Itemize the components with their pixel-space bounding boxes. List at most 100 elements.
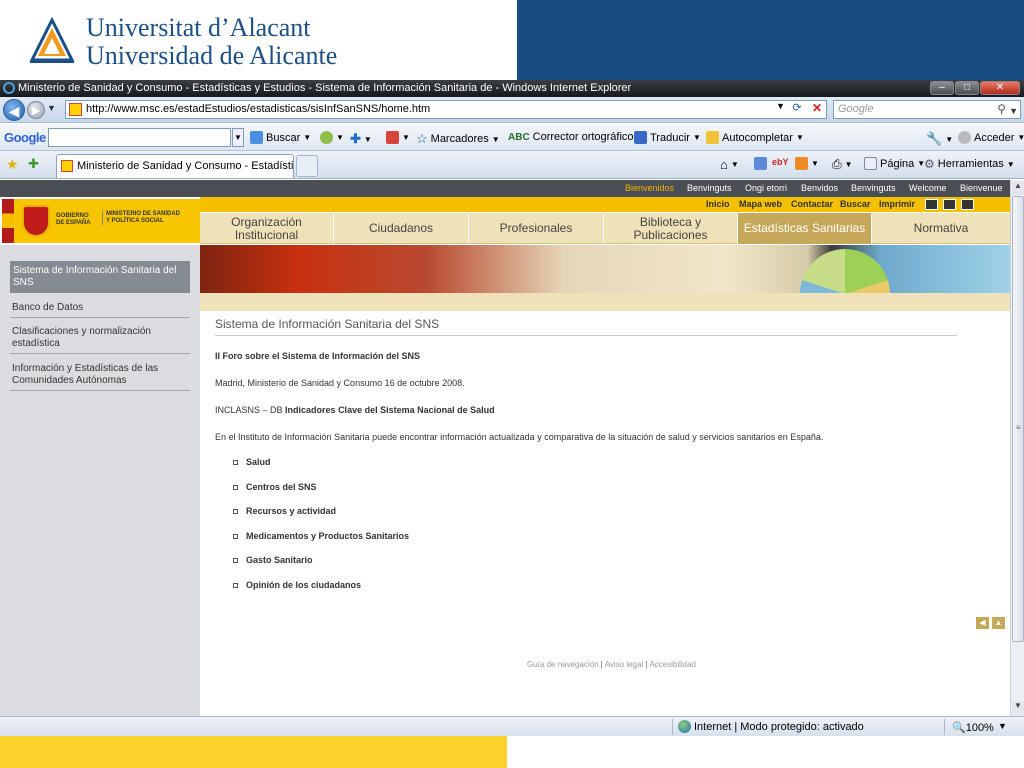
nav-normativa[interactable]: Normativa (872, 213, 1010, 244)
lang-link[interactable]: Ongi etorri (745, 180, 787, 197)
google-search-dropdown-icon[interactable]: ▼ (232, 128, 244, 147)
sidebar-item-banco[interactable]: Banco de Datos (10, 299, 190, 318)
list-item[interactable]: Recursos y actividad (233, 506, 336, 516)
herramientas-menu[interactable]: ⚙ Herramientas ▼ (924, 157, 1015, 171)
forward-button[interactable]: ▶ (27, 101, 45, 119)
university-name: Universitat d’Alacant Universidad de Ali… (86, 14, 337, 70)
herramientas-label: Herramientas (937, 158, 1004, 170)
list-item[interactable]: Opinión de los ciudadanos (233, 580, 361, 590)
util-link-contactar[interactable]: Contactar (791, 199, 833, 209)
accessibility-icon[interactable] (961, 199, 974, 210)
footer-link-accesibilidad[interactable]: Accesibilidad (649, 660, 696, 669)
home-icon: ⌂ (720, 157, 728, 172)
ebay-icon: ebY (772, 157, 789, 167)
list-item[interactable]: Gasto Sanitario (233, 555, 313, 565)
pie-chart-illustration (800, 249, 890, 293)
bullet-square-icon (233, 533, 238, 539)
sidebar-item-sis[interactable]: Sistema de Información Sanitaria del SNS (10, 261, 190, 293)
bullet-square-icon (233, 484, 238, 490)
slide: Universitat d’Alacant Universidad de Ali… (0, 0, 1024, 768)
sidebar-item-comunidades[interactable]: Información y Estadísticas de las Comuni… (10, 360, 190, 391)
list-item[interactable]: Centros del SNS (233, 482, 317, 492)
search-input[interactable]: Google ⚲ ▼ (833, 100, 1021, 119)
search-options-icon[interactable]: ▼ (1009, 103, 1018, 120)
address-dropdown-icon[interactable]: ▼ (776, 101, 785, 111)
footer-link-guia[interactable]: Guía de navegación (527, 660, 599, 669)
back-button[interactable]: ◀ (3, 99, 25, 121)
spain-flag-stripe (2, 199, 14, 243)
traducir-label: Traducir (650, 131, 690, 144)
stop-icon[interactable]: ✕ (808, 101, 826, 118)
favorites-center-icon[interactable]: ★ (6, 156, 19, 173)
history-dropdown-icon[interactable]: ▼ (47, 103, 56, 113)
government-logo[interactable]: GOBIERNO DE ESPAÑA MINISTERIO DE SANIDAD… (0, 197, 200, 245)
list-item[interactable]: Salud (233, 457, 271, 467)
top-page-icon[interactable]: ▲ (992, 617, 1005, 629)
scroll-up-icon[interactable]: ▲ (1012, 181, 1024, 195)
inclasns-line[interactable]: INCLASNS – DB Indicadores Clave del Sist… (215, 405, 495, 415)
nav-organizacion[interactable]: Organización Institucional (200, 213, 334, 244)
new-tab-button[interactable] (296, 155, 318, 177)
list-item-label: Salud (246, 457, 271, 467)
traducir-button[interactable]: Traducir ▼ (634, 131, 701, 144)
lang-link[interactable]: Bienvenidos (625, 180, 674, 197)
translate-icon (634, 131, 647, 144)
lang-link[interactable]: Benvinguts (851, 180, 896, 197)
text-size-down-icon[interactable] (925, 199, 938, 210)
sidebar-item-clasificaciones[interactable]: Clasificaciones y normalización estadíst… (10, 323, 190, 354)
nav-profesionales[interactable]: Profesionales (469, 213, 604, 244)
feeds-button[interactable] (754, 157, 767, 170)
list-item[interactable]: Medicamentos y Productos Sanitarios (233, 531, 409, 541)
text-size-up-icon[interactable] (943, 199, 956, 210)
rss-button[interactable]: ▼ (795, 157, 819, 170)
home-button[interactable]: ⌂ ▼ (720, 157, 739, 172)
search-icon[interactable]: ⚲ (997, 101, 1006, 118)
util-link-mapa[interactable]: Mapa web (739, 199, 782, 209)
window-title-bar[interactable]: Ministerio de Sanidad y Consumo - Estadí… (0, 80, 1024, 97)
pagina-label: Página (880, 157, 915, 170)
marcadores-button[interactable]: ☆ Marcadores ▼ (416, 131, 500, 147)
google-g-icon (250, 131, 263, 144)
buscar-button[interactable]: Buscar ▼ (250, 131, 311, 144)
util-link-imprimir[interactable]: Imprimir (879, 199, 915, 209)
google-search-input[interactable] (48, 128, 231, 147)
vertical-scrollbar[interactable]: ▲ ≡ ▼ (1010, 180, 1024, 716)
autocompletar-button[interactable]: Autocompletar ▼ (706, 131, 804, 144)
print-button[interactable]: ⎙ ▼ (832, 157, 853, 172)
corrector-button[interactable]: ABC Corrector ortográfico▼ (508, 131, 644, 143)
plus-icon: ✚ (350, 131, 361, 146)
plus-tool-button[interactable]: ✚ ▼ (350, 131, 372, 147)
popup-blocker-button[interactable]: ▼ (386, 131, 410, 144)
security-zone-label[interactable]: Internet | Modo protegido: activado (694, 721, 864, 733)
ebay-button[interactable]: ebY (772, 157, 789, 167)
lang-link[interactable]: Bienvenue (960, 180, 1003, 197)
scroll-down-icon[interactable]: ▼ (1012, 701, 1024, 715)
scrollbar-thumb[interactable]: ≡ (1012, 196, 1024, 642)
lang-link[interactable]: Benvinguts (687, 180, 732, 197)
nav-ciudadanos[interactable]: Ciudadanos (334, 213, 469, 244)
list-item-label: Centros del SNS (246, 482, 317, 492)
zoom-dropdown-icon[interactable]: ▼ (998, 721, 1007, 731)
tab-active[interactable]: Ministerio de Sanidad y Consumo - Estadí… (56, 154, 294, 178)
maximize-button[interactable]: □ (955, 81, 979, 95)
acceder-button[interactable]: Acceder ▼ (958, 131, 1024, 144)
lang-link[interactable]: Benvidos (801, 180, 838, 197)
nav-biblioteca[interactable]: Biblioteca y Publicaciones (604, 213, 738, 244)
pagina-menu[interactable]: Página ▼ (864, 157, 925, 170)
util-link-buscar[interactable]: Buscar (840, 199, 871, 209)
lang-link[interactable]: Welcome (909, 180, 946, 197)
zoom-level[interactable]: 🔍100% (952, 721, 994, 734)
footer-link-aviso[interactable]: Aviso legal (605, 660, 644, 669)
add-favorite-icon[interactable]: ✚ (28, 156, 39, 172)
toolbar-settings-button[interactable]: 🔧 ▼ (926, 131, 953, 147)
address-bar[interactable]: http://www.msc.es/estadEstudios/estadist… (65, 100, 827, 119)
foro-link[interactable]: II Foro sobre el Sistema de Información … (215, 351, 420, 361)
util-link-inicio[interactable]: Inicio (706, 199, 730, 209)
nav-estadisticas[interactable]: Estadísticas Sanitarias (738, 213, 872, 244)
refresh-icon[interactable]: ⟳ (788, 101, 806, 118)
footer-separator: | (600, 660, 603, 669)
minimize-button[interactable]: – (930, 81, 954, 95)
close-button[interactable]: ✕ (980, 81, 1020, 95)
globe-tool-button[interactable]: ▼ (320, 131, 344, 144)
previous-page-icon[interactable]: ◀ (976, 617, 989, 629)
